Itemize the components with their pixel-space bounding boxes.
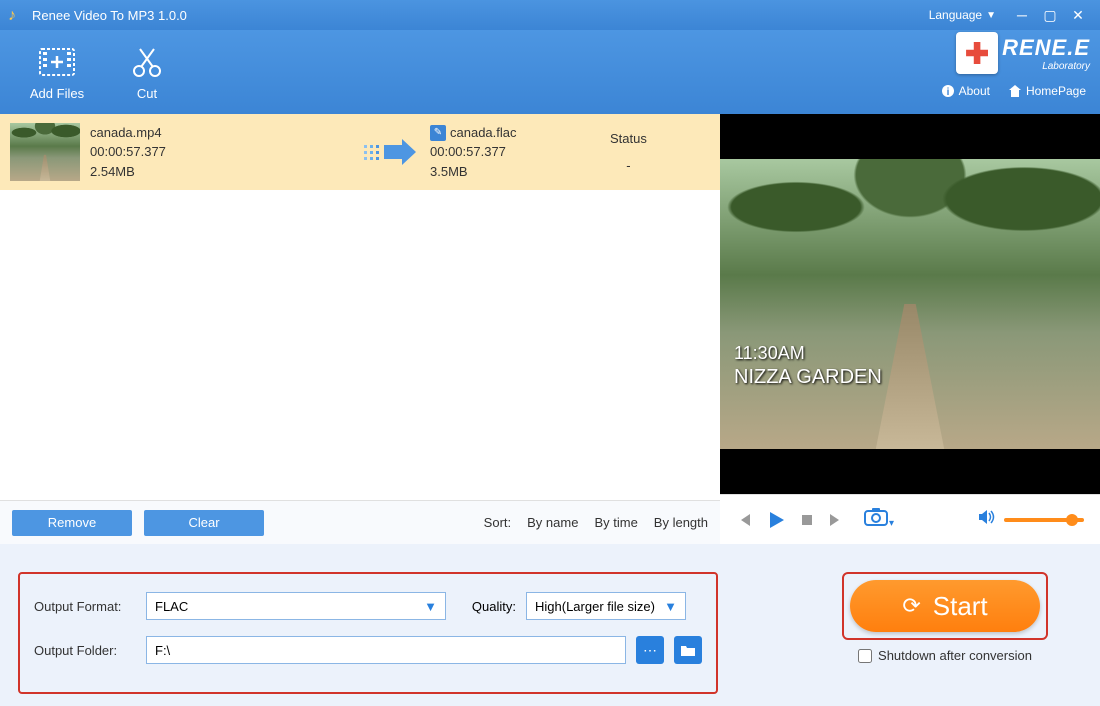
quality-value: High(Larger file size) (535, 599, 655, 614)
preview-overlay-text: 11:30AM NIZZA GARDEN (734, 343, 882, 389)
sort-label: Sort: (484, 515, 511, 530)
status-block: Status - (610, 131, 647, 173)
quality-label: Quality: (456, 599, 516, 614)
input-info: canada.mp4 00:00:57.377 2.54MB (90, 123, 350, 182)
shutdown-checkbox-row[interactable]: Shutdown after conversion (858, 648, 1032, 663)
language-caret-icon[interactable]: ▼ (986, 10, 996, 21)
player-controls: ▾ (720, 494, 1100, 544)
browse-folder-button[interactable] (674, 636, 702, 664)
shutdown-checkbox[interactable] (858, 649, 872, 663)
sort-by-name[interactable]: By name (527, 515, 578, 530)
status-header: Status (610, 131, 647, 146)
status-value: - (610, 158, 647, 173)
file-list-pane: canada.mp4 00:00:57.377 2.54MB ✎ canada.… (0, 114, 720, 544)
input-duration: 00:00:57.377 (90, 142, 350, 162)
app-title: Renee Video To MP3 1.0.0 (32, 8, 187, 23)
add-files-icon (39, 44, 75, 80)
video-preview[interactable]: 11:30AM NIZZA GARDEN (720, 114, 1100, 494)
brand-subtext: Laboratory (1002, 61, 1090, 72)
brand-logo: RENE.E Laboratory (956, 32, 1090, 74)
titlebar: Renee Video To MP3 1.0.0 Language ▼ ─ ▢ … (0, 0, 1100, 30)
output-format-value: FLAC (155, 599, 188, 614)
output-format-label: Output Format: (34, 599, 136, 614)
minimize-button[interactable]: ─ (1008, 7, 1036, 23)
homepage-label: HomePage (1026, 84, 1086, 98)
more-button[interactable]: ⋯ (636, 636, 664, 664)
preview-time: 11:30AM (734, 343, 882, 364)
medkit-icon (956, 32, 998, 74)
shutdown-label: Shutdown after conversion (878, 648, 1032, 663)
caret-down-icon: ▼ (424, 599, 437, 614)
output-duration: 00:00:57.377 (430, 142, 610, 162)
input-size: 2.54MB (90, 162, 350, 182)
output-size: 3.5MB (430, 162, 610, 182)
maximize-button[interactable]: ▢ (1036, 7, 1064, 24)
file-thumbnail (10, 123, 80, 181)
caret-down-icon: ▼ (664, 599, 677, 614)
play-button[interactable] (766, 510, 786, 530)
start-button[interactable]: ⟳ Start (850, 580, 1040, 632)
output-info: ✎ canada.flac 00:00:57.377 3.5MB (430, 123, 610, 182)
content-area: canada.mp4 00:00:57.377 2.54MB ✎ canada.… (0, 114, 1100, 544)
cut-button[interactable]: Cut (102, 44, 192, 101)
volume-icon[interactable] (978, 509, 996, 530)
start-label: Start (933, 591, 988, 622)
output-folder-label: Output Folder: (34, 643, 136, 658)
prev-button[interactable] (736, 512, 752, 528)
output-folder-input[interactable] (146, 636, 626, 664)
output-filename: canada.flac (450, 123, 517, 143)
volume-slider[interactable] (1004, 518, 1084, 522)
snapshot-button[interactable]: ▾ (864, 508, 894, 531)
arrow-icon (350, 137, 430, 167)
svg-text:i: i (946, 87, 949, 98)
preview-pane: 11:30AM NIZZA GARDEN ▾ (720, 114, 1100, 544)
file-row[interactable]: canada.mp4 00:00:57.377 2.54MB ✎ canada.… (0, 114, 720, 190)
about-link[interactable]: i About (941, 84, 990, 98)
clear-button[interactable]: Clear (144, 510, 264, 536)
language-label[interactable]: Language (929, 8, 982, 22)
start-box: ⟳ Start (842, 572, 1048, 640)
output-settings: Output Format: FLAC ▼ Quality: High(Larg… (18, 572, 718, 694)
next-button[interactable] (828, 512, 844, 528)
sort-by-time[interactable]: By time (594, 515, 637, 530)
about-label: About (959, 84, 990, 98)
add-files-button[interactable]: Add Files (12, 44, 102, 101)
stop-button[interactable] (800, 513, 814, 527)
home-icon (1008, 84, 1022, 98)
close-button[interactable]: ✕ (1064, 7, 1092, 24)
info-icon: i (941, 84, 955, 98)
cut-label: Cut (137, 86, 157, 101)
preview-place: NIZZA GARDEN (734, 366, 882, 389)
brand-text: RENE.E (1002, 35, 1090, 60)
toolbar: Add Files Cut RENE.E Laboratory i About … (0, 30, 1100, 114)
add-files-label: Add Files (30, 86, 84, 101)
output-format-dropdown[interactable]: FLAC ▼ (146, 592, 446, 620)
remove-button[interactable]: Remove (12, 510, 132, 536)
cut-icon (129, 44, 165, 80)
bottom-panel: Output Format: FLAC ▼ Quality: High(Larg… (0, 544, 1100, 706)
list-actions-bar: Remove Clear Sort: By name By time By le… (0, 500, 720, 544)
input-filename: canada.mp4 (90, 123, 350, 143)
quality-dropdown[interactable]: High(Larger file size) ▼ (526, 592, 686, 620)
edit-icon[interactable]: ✎ (430, 125, 446, 141)
refresh-icon: ⟳ (902, 593, 920, 619)
homepage-link[interactable]: HomePage (1008, 84, 1086, 98)
sort-by-length[interactable]: By length (654, 515, 708, 530)
app-icon (8, 7, 24, 23)
